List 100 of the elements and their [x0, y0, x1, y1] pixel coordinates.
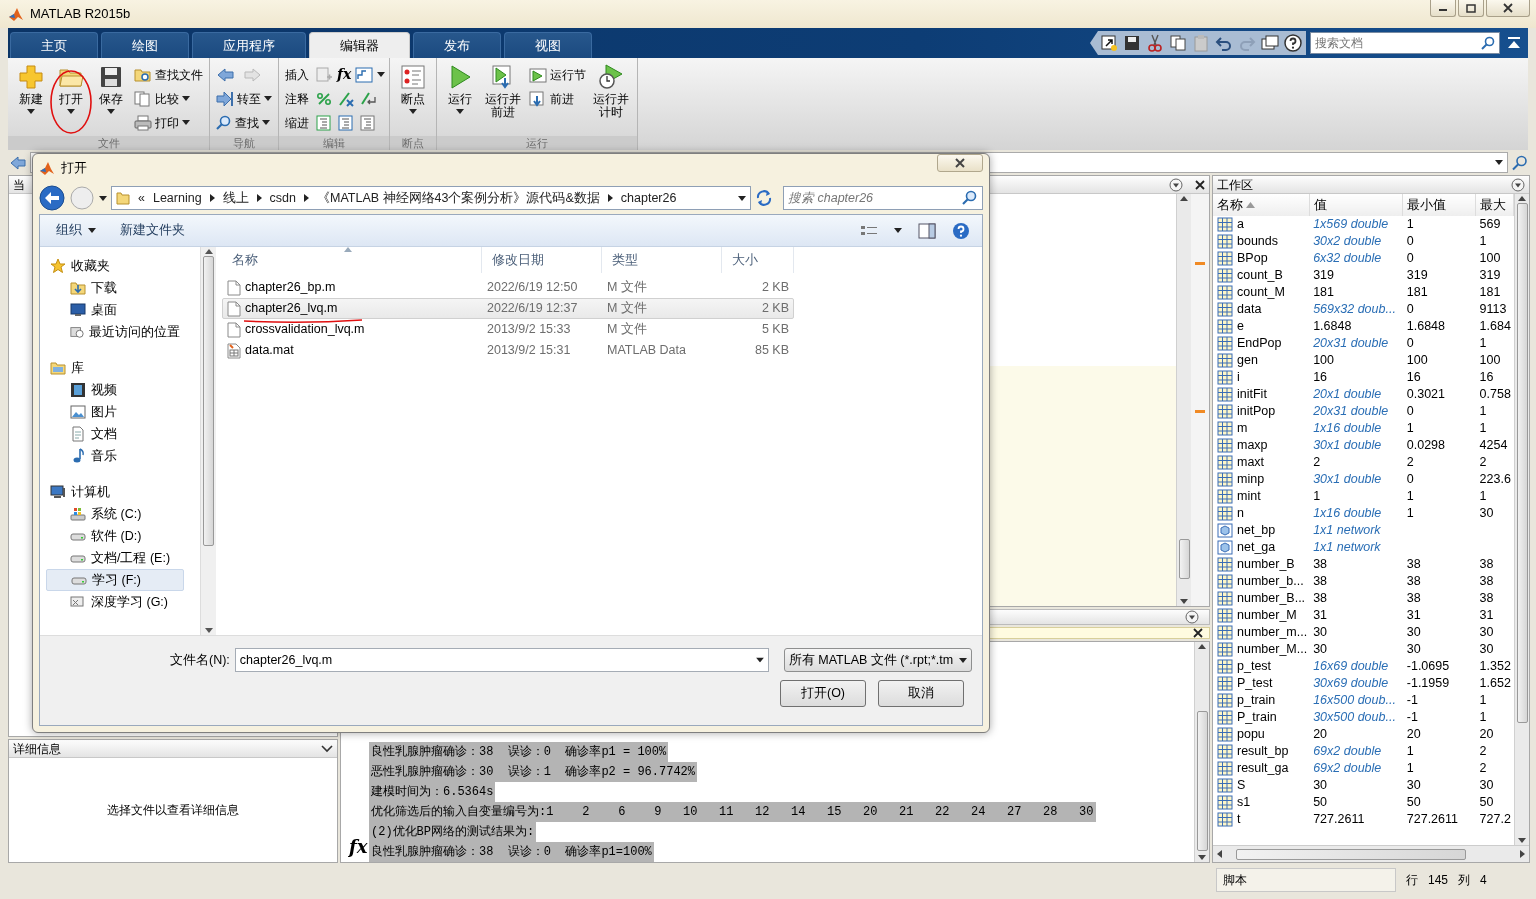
collapse-icon[interactable]: [1506, 36, 1522, 50]
nav-item[interactable]: 计算机: [46, 481, 184, 503]
scrollbar[interactable]: [200, 247, 216, 635]
breadcrumb-bar[interactable]: « Learning 线上 csdn 《MATLAB 神经网络43个案例分析》源代码&数据 chapter26: [111, 186, 751, 210]
minimize-button[interactable]: [1430, 0, 1456, 17]
ribbon-button[interactable]: 转至: [214, 88, 274, 109]
nav-item[interactable]: 系统 (C:): [46, 503, 184, 525]
nav-item[interactable]: 学习 (F:): [46, 569, 184, 591]
breadcrumb-item[interactable]: Learning: [152, 188, 202, 208]
ribbon-button[interactable]: 前进: [526, 88, 588, 109]
scroll-thumb[interactable]: [1178, 539, 1190, 579]
variable-name[interactable]: maxt: [1237, 454, 1265, 471]
variable-name[interactable]: popu: [1237, 726, 1265, 743]
clipboard-icon[interactable]: [1192, 34, 1210, 52]
dialog-button[interactable]: 取消: [878, 680, 964, 707]
nav-item[interactable]: 桌面: [46, 299, 184, 321]
scrollbar[interactable]: [1176, 194, 1191, 606]
variable-name[interactable]: t: [1237, 811, 1241, 828]
scrollbar[interactable]: [1194, 642, 1209, 862]
ribbon-button[interactable]: 查找文件: [132, 64, 205, 85]
column-header[interactable]: 大小: [722, 247, 794, 273]
column-header[interactable]: 最小值: [1402, 194, 1476, 216]
variable-name[interactable]: result_bp: [1237, 743, 1289, 760]
back-arrow-icon[interactable]: [10, 155, 26, 170]
ribbon-tab[interactable]: 绘图: [101, 32, 189, 58]
variable-name[interactable]: EndPop: [1237, 335, 1282, 352]
nav-item[interactable]: 文档: [46, 423, 184, 445]
nav-item[interactable]: 下载: [46, 277, 184, 299]
scrollbar[interactable]: [1514, 194, 1529, 845]
variable-name[interactable]: number_M: [1237, 607, 1297, 624]
column-header[interactable]: 值: [1309, 194, 1403, 216]
panel-menu-icon[interactable]: [1511, 177, 1525, 192]
scroll-thumb[interactable]: [1236, 848, 1466, 860]
file-row[interactable]: crossvalidation_lvq.m 2013/9/2 15:33 M 文件 5 KB: [222, 319, 794, 340]
ribbon-button[interactable]: 缩进: [283, 112, 311, 133]
refresh-icon[interactable]: [755, 189, 773, 207]
preview-pane-icon[interactable]: [918, 222, 936, 239]
close-icon[interactable]: [1193, 628, 1203, 638]
copy-icon[interactable]: [1169, 34, 1187, 52]
breadcrumb-item[interactable]: chapter26: [620, 188, 677, 208]
variable-name[interactable]: s1: [1237, 794, 1251, 811]
function-glyph[interactable]: fx: [337, 64, 352, 85]
toolbar-button[interactable]: 组织: [52, 219, 100, 242]
ribbon-button[interactable]: 运行并前进: [481, 62, 525, 136]
close-icon[interactable]: [1195, 179, 1205, 190]
column-header[interactable]: 修改日期: [482, 247, 602, 273]
search-icon[interactable]: [1481, 36, 1495, 50]
variable-name[interactable]: initPop: [1237, 403, 1276, 420]
back-button-icon[interactable]: [39, 185, 65, 211]
variable-name[interactable]: number_M...: [1237, 641, 1308, 658]
horizontal-scrollbar[interactable]: [1213, 845, 1529, 862]
close-button[interactable]: [1486, 0, 1530, 17]
ribbon-button[interactable]: 断点: [394, 62, 433, 136]
toolbar-button[interactable]: 新建文件夹: [116, 219, 189, 242]
ribbon-tab[interactable]: 编辑器: [309, 32, 410, 58]
ribbon-button[interactable]: 注释: [283, 88, 311, 109]
file-type-dropdown[interactable]: 所有 MATLAB 文件 (*.rpt;*.tm: [783, 648, 972, 672]
view-options-icon[interactable]: [860, 223, 878, 238]
nav-item[interactable]: 收藏夹: [46, 255, 184, 277]
column-header[interactable]: 名称: [1213, 194, 1310, 216]
variable-name[interactable]: number_m...: [1237, 624, 1308, 641]
breadcrumb-item[interactable]: 《MATLAB 神经网络43个案例分析》源代码&数据: [317, 188, 600, 208]
scroll-thumb[interactable]: [1196, 711, 1208, 851]
ribbon-button[interactable]: 插入: [283, 64, 311, 85]
scroll-thumb[interactable]: [203, 256, 214, 546]
variable-name[interactable]: m: [1237, 420, 1248, 437]
variable-name[interactable]: count_B: [1237, 267, 1283, 284]
documentation-search-field[interactable]: 搜索文档: [1310, 32, 1500, 54]
variable-name[interactable]: BPop: [1237, 250, 1268, 267]
nav-item[interactable]: 库: [46, 357, 184, 379]
variable-name[interactable]: number_b...: [1237, 573, 1304, 590]
ribbon-button[interactable]: 保存: [92, 62, 130, 136]
nav-item[interactable]: 文档/工程 (E:): [46, 547, 184, 569]
ribbon-button[interactable]: 比较: [132, 88, 205, 109]
variable-name[interactable]: count_M: [1237, 284, 1285, 301]
ribbon-button[interactable]: 打开: [52, 62, 90, 136]
file-row[interactable]: chapter26_lvq.m 2022/6/19 12:37 M 文件 2 KB: [222, 298, 794, 319]
variable-name[interactable]: p_test: [1237, 658, 1272, 675]
ribbon-button[interactable]: 运行并计时: [589, 62, 633, 136]
variable-name[interactable]: i: [1237, 369, 1240, 386]
file-row[interactable]: chapter26_bp.m 2022/6/19 12:50 M 文件 2 KB: [222, 277, 794, 298]
variable-name[interactable]: a: [1237, 216, 1244, 233]
search-field[interactable]: 搜索 chapter26: [783, 186, 983, 210]
ribbon-button[interactable]: 新建: [12, 62, 50, 136]
ribbon-button[interactable]: 运行节: [526, 64, 588, 85]
chevron-down-icon[interactable]: [321, 744, 333, 753]
file-row[interactable]: data.mat 2013/9/2 15:31 MATLAB Data 85 KB: [222, 340, 794, 361]
nav-item[interactable]: 视频: [46, 379, 184, 401]
variable-name[interactable]: n: [1237, 505, 1244, 522]
nav-item[interactable]: 软件 (D:): [46, 525, 184, 547]
close-button[interactable]: [937, 154, 983, 172]
ribbon-tab[interactable]: 发布: [413, 32, 501, 58]
ribbon-tab[interactable]: 视图: [504, 32, 592, 58]
ribbon-tab[interactable]: 应用程序: [192, 32, 306, 58]
variable-name[interactable]: gen: [1237, 352, 1258, 369]
filename-field[interactable]: chapter26_lvq.m: [234, 648, 769, 672]
function-glyph[interactable]: fx: [349, 833, 368, 860]
variable-name[interactable]: initFit: [1237, 386, 1267, 403]
nav-item[interactable]: 音乐: [46, 445, 184, 467]
variable-name[interactable]: e: [1237, 318, 1244, 335]
